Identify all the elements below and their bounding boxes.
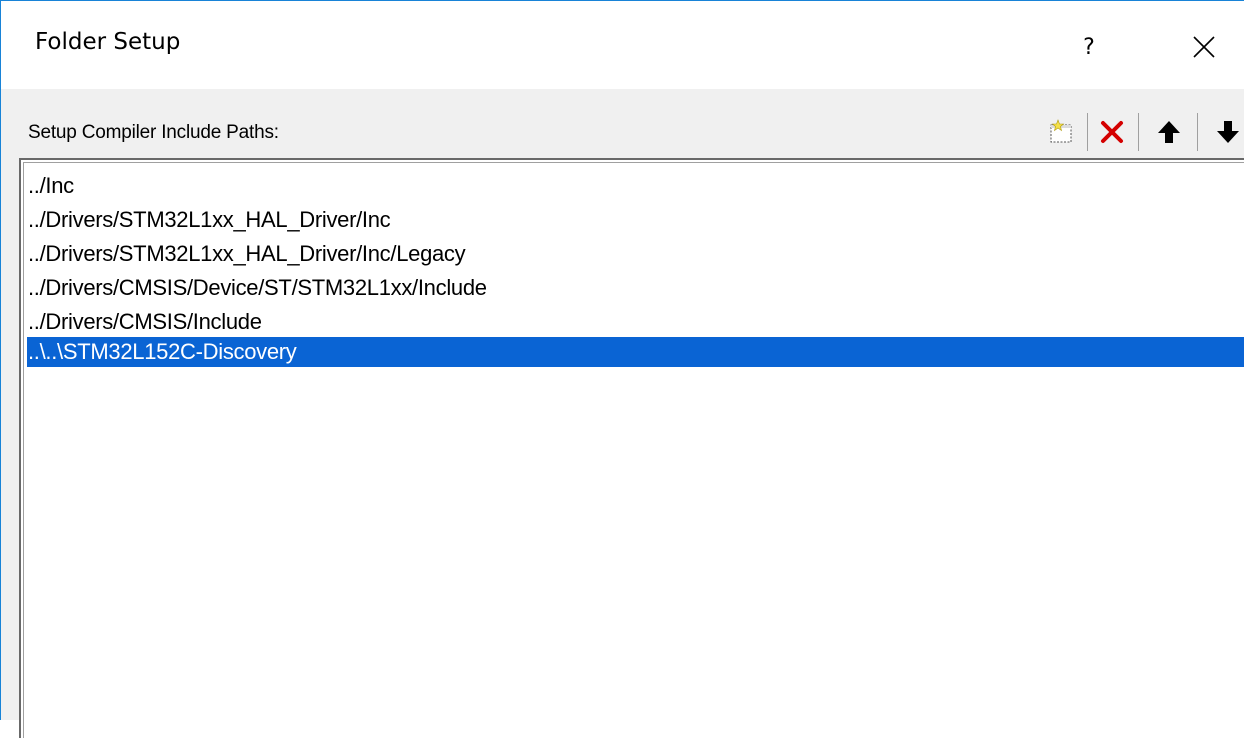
close-button[interactable] — [1171, 19, 1237, 75]
move-down-icon — [1217, 121, 1239, 143]
list-item[interactable]: ../Drivers/CMSIS/Include — [27, 308, 1244, 335]
help-button[interactable]: ? — [1061, 19, 1117, 75]
list-item-selected[interactable]: ..\..\STM32L152C-Discovery — [27, 337, 1244, 367]
folder-setup-dialog: Folder Setup ? Setup Compiler Include Pa… — [0, 0, 1244, 738]
list-item[interactable]: ../Drivers/STM32L1xx_HAL_Driver/Inc — [27, 206, 1244, 233]
include-paths-label: Setup Compiler Include Paths: — [28, 122, 279, 143]
include-paths-list[interactable]: ../Inc ../Drivers/STM32L1xx_HAL_Driver/I… — [19, 158, 1244, 738]
move-up-icon — [1158, 121, 1180, 143]
toolbar-separator — [1197, 113, 1198, 151]
new-folder-icon — [1050, 119, 1072, 143]
list-item[interactable]: ../Drivers/STM32L1xx_HAL_Driver/Inc/Lega… — [27, 240, 1244, 267]
list-item[interactable]: ../Inc — [27, 172, 1244, 199]
list-body: ../Inc ../Drivers/STM32L1xx_HAL_Driver/I… — [23, 162, 1244, 738]
delete-icon — [1101, 121, 1123, 143]
delete-path-button[interactable] — [1091, 112, 1133, 152]
toolbar-separator — [1087, 113, 1088, 151]
new-path-button[interactable] — [1040, 112, 1082, 152]
move-up-button[interactable] — [1148, 112, 1190, 152]
list-item[interactable]: ../Drivers/CMSIS/Device/ST/STM32L1xx/Inc… — [27, 274, 1244, 301]
toolbar-separator — [1138, 113, 1139, 151]
move-down-button[interactable] — [1207, 112, 1244, 152]
title-bar: Folder Setup ? — [1, 1, 1244, 89]
dialog-title: Folder Setup — [35, 29, 181, 55]
close-icon — [1193, 36, 1215, 58]
